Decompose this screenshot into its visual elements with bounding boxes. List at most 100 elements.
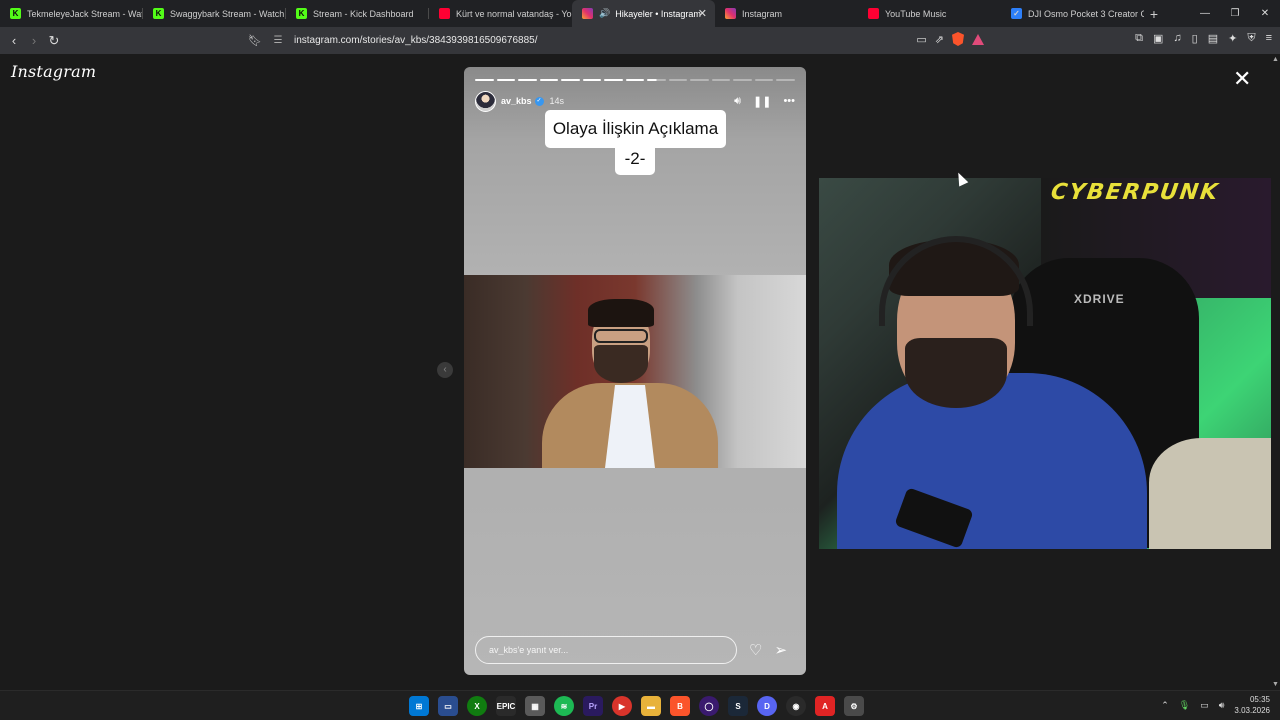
tab-swaggybark[interactable]: K Swaggybark Stream - Watch Li — [143, 0, 286, 27]
pause-icon[interactable]: ❚❚ — [753, 95, 771, 108]
media-player-icon[interactable]: ▶ — [612, 696, 632, 716]
story-username[interactable]: av_kbs — [501, 96, 532, 106]
tab-title: Swaggybark Stream - Watch Li — [170, 8, 286, 19]
tab-youtube-music[interactable]: YouTube Music — [858, 0, 1001, 27]
site-settings-icon[interactable]: ☰ — [270, 35, 286, 46]
volume-icon[interactable]: 🔊︎ — [734, 95, 741, 108]
progress-segment — [776, 79, 795, 81]
display-icon[interactable]: ▭ — [1200, 700, 1209, 711]
reply-input[interactable] — [475, 636, 737, 664]
scroll-down-icon[interactable]: ▼ — [1272, 681, 1279, 688]
brave-icon[interactable]: B — [670, 696, 690, 716]
windows-taskbar: ⊞ ▭ X EPIC ▦ ≋ Pr ▶ ▬ B ◯ S D ◉ A ⚙ ⌃ 🎙︎… — [0, 690, 1280, 720]
spotify-icon[interactable]: ≋ — [554, 696, 574, 716]
mic-icon[interactable]: 🎙︎ — [1179, 700, 1190, 711]
brave-shields-icon[interactable] — [952, 32, 964, 46]
extensions-icon[interactable]: ⧉ — [1135, 32, 1143, 45]
settings-gear-icon[interactable]: ⚙ — [844, 696, 864, 716]
xbox-icon[interactable]: X — [467, 696, 487, 716]
progress-segment — [582, 79, 602, 81]
story-viewer[interactable]: av_kbs ✓ 14s 🔊︎ ❚❚ ••• Olaya İlişkin Açı… — [464, 67, 806, 675]
more-options-icon[interactable]: ••• — [783, 95, 795, 107]
story-timestamp: 14s — [549, 96, 565, 106]
youtube-icon — [439, 8, 450, 19]
media-icon[interactable]: ♫ — [1173, 32, 1181, 45]
url-text[interactable]: instagram.com/stories/av_kbs/38439398165… — [294, 35, 538, 46]
system-tray: ⌃ 🎙︎ ▭ 🔊︎ 05:35 3.03.2026 — [1161, 694, 1270, 716]
vpn-icon[interactable]: ⛨ — [1247, 32, 1255, 45]
menu-icon[interactable]: ≡ — [1266, 32, 1272, 45]
screenshot-icon[interactable]: ▣ — [1153, 32, 1163, 45]
tab-tekmeleyejack[interactable]: K TekmeleyeJack Stream - Watch — [0, 0, 143, 27]
browser-toolbar: ‹ › ↻ 🔖︎ ☰ instagram.com/stories/av_kbs/… — [0, 27, 1280, 54]
close-window-icon[interactable]: ✕ — [1250, 0, 1280, 27]
send-icon[interactable]: ➢ — [774, 641, 787, 659]
progress-segment — [561, 79, 580, 81]
tab-title: YouTube Music — [885, 8, 947, 19]
avatar[interactable] — [475, 90, 496, 112]
instagram-logo[interactable]: Instagram — [11, 62, 96, 81]
clock-time: 05:35 — [1249, 695, 1270, 704]
bookmark-icon[interactable]: 🔖︎ — [246, 34, 264, 47]
story-reply-row: ♡ ➢ — [475, 636, 795, 664]
premiere-icon[interactable]: Pr — [583, 696, 603, 716]
volume-tray-icon[interactable]: 🔊︎ — [1219, 700, 1225, 711]
minimize-icon[interactable]: — — [1190, 0, 1220, 27]
progress-segment — [733, 79, 752, 81]
address-bar[interactable]: 🔖︎ ☰ instagram.com/stories/av_kbs/384393… — [246, 29, 988, 51]
discord-icon[interactable]: D — [757, 696, 777, 716]
tab-kick-dashboard[interactable]: K Stream - Kick Dashboard — [286, 0, 429, 27]
verified-badge-icon: ✓ — [534, 96, 544, 106]
progress-segment — [711, 79, 731, 81]
desktop-icon[interactable]: ▭ — [438, 696, 458, 716]
tab-dji[interactable]: ✓ DJI Osmo Pocket 3 Creator Co — [1001, 0, 1144, 27]
obs-icon[interactable]: ◉ — [786, 696, 806, 716]
calculator-icon[interactable]: ▦ — [525, 696, 545, 716]
steam-icon[interactable]: S — [728, 696, 748, 716]
forward-icon[interactable]: › — [24, 33, 44, 48]
share-icon[interactable]: ⇗ — [935, 33, 944, 46]
page-scrollbar[interactable]: ▲ ▼ — [1271, 54, 1280, 690]
previous-story-button[interactable]: ‹ — [437, 362, 453, 378]
like-heart-icon[interactable]: ♡ — [749, 641, 762, 659]
close-stories-button[interactable]: ✕ — [1233, 66, 1251, 92]
tab-youtube-video[interactable]: Kürt ve normal vatandaş - You — [429, 0, 572, 27]
tab-instagram[interactable]: Instagram — [715, 0, 858, 27]
sidebar-icon[interactable]: ▯ — [1192, 32, 1198, 45]
speaker-icon[interactable]: 🔊 — [599, 8, 610, 19]
story-subtitle-sticker: -2- — [615, 143, 655, 175]
story-header: av_kbs ✓ 14s 🔊︎ ❚❚ ••• — [475, 90, 795, 112]
tab-title: Stream - Kick Dashboard — [313, 8, 414, 19]
story-video[interactable] — [464, 275, 806, 468]
app-circle-icon[interactable]: ◯ — [699, 696, 719, 716]
brave-rewards-icon[interactable] — [972, 33, 984, 45]
story-progress-bar — [475, 79, 795, 81]
restore-icon[interactable]: ❐ — [1220, 0, 1250, 27]
progress-segment — [518, 79, 537, 81]
epic-games-icon[interactable]: EPIC — [496, 696, 516, 716]
progress-segment — [754, 79, 774, 81]
instagram-stories-page: Instagram ✕ ‹ av_kbs ✓ 14s 🔊︎ ❚❚ ••• Ola… — [0, 54, 1280, 690]
close-tab-icon[interactable]: ✕ — [698, 7, 707, 20]
tab-title: Instagram — [742, 8, 783, 19]
wallet-icon[interactable]: ▤ — [1208, 32, 1218, 45]
tab-instagram-stories[interactable]: 🔊 Hikayeler • Instagram ✕ — [572, 0, 715, 27]
scroll-up-icon[interactable]: ▲ — [1272, 56, 1279, 63]
clock-date: 3.03.2026 — [1234, 706, 1270, 715]
cast-icon[interactable]: ▭ — [916, 33, 926, 46]
youtube-music-icon — [868, 8, 879, 19]
file-explorer-icon[interactable]: ▬ — [641, 696, 661, 716]
back-icon[interactable]: ‹ — [4, 33, 24, 48]
tray-overflow-icon[interactable]: ⌃ — [1161, 700, 1169, 711]
amd-icon[interactable]: A — [815, 696, 835, 716]
leo-ai-icon[interactable]: ✦ — [1228, 32, 1237, 45]
progress-segment — [647, 79, 666, 81]
kick-icon: K — [296, 8, 307, 19]
progress-segment — [496, 79, 516, 81]
new-tab-button[interactable]: + — [1144, 6, 1164, 22]
progress-segment — [625, 79, 645, 81]
reload-icon[interactable]: ↻ — [44, 33, 64, 49]
clock[interactable]: 05:35 3.03.2026 — [1234, 694, 1270, 716]
windows-start-icon[interactable]: ⊞ — [409, 696, 429, 716]
tab-title: TekmeleyeJack Stream - Watch — [27, 8, 143, 19]
